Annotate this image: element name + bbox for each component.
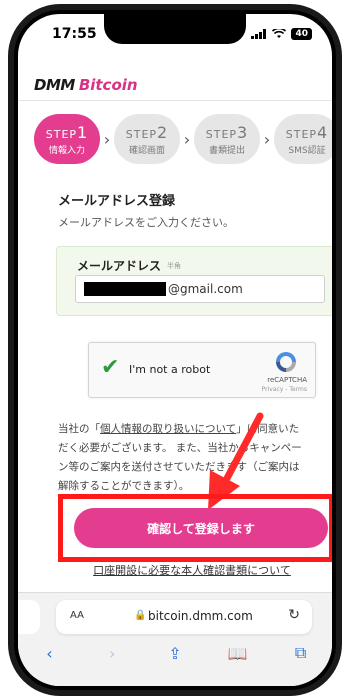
status-icons: 40: [251, 28, 312, 40]
recaptcha-widget[interactable]: ✔ I'm not a robot reCAPTCHA Privacy - Te…: [88, 342, 316, 398]
battery-indicator: 40: [291, 28, 312, 40]
recaptcha-logo-icon: [276, 352, 296, 372]
logo-bitcoin: Bitcoin: [78, 76, 138, 94]
back-icon[interactable]: ‹: [34, 644, 64, 663]
confirm-register-button[interactable]: 確認して登録します: [74, 508, 328, 548]
step-3-sub: 書類提出: [208, 145, 245, 156]
app-header: DMM Bitcoin: [18, 72, 332, 100]
address-bar[interactable]: AA 🔒 bitcoin.dmm.com ↻: [56, 600, 312, 634]
bookmarks-icon[interactable]: 📖: [223, 644, 253, 663]
email-input[interactable]: @gmail.com: [75, 275, 325, 303]
step-indicator: STEP1 情報入力 › STEP2 確認画面 › STEP3 書類提出 › S…: [34, 114, 332, 164]
phone-frame: 17:55 40 DMM Bitcoin STEP1 情報入力 › STEP2 …: [8, 4, 342, 696]
lock-icon: 🔒: [134, 610, 147, 621]
email-hint: 半角: [167, 262, 181, 270]
step-4-label: STEP4: [285, 122, 329, 142]
reload-icon[interactable]: ↻: [288, 607, 300, 623]
step-2-sub: 確認画面: [128, 145, 165, 156]
form-description: メールアドレスをご入力ください。: [58, 216, 234, 229]
step-2: STEP2 確認画面: [114, 114, 180, 164]
checkmark-icon[interactable]: ✔: [101, 355, 119, 380]
chevron-right-icon: ›: [103, 129, 111, 149]
form-title: メールアドレス登録: [58, 194, 176, 209]
step-4: STEP4 SMS認証: [274, 114, 332, 164]
share-icon[interactable]: ⇪: [160, 644, 190, 663]
step-1-sub: 情報入力: [48, 145, 85, 156]
id-documents-link[interactable]: 口座開設に必要な本人確認書類について: [76, 562, 308, 578]
logo-dmm: DMM: [34, 76, 75, 94]
step-1-label: STEP1: [45, 122, 89, 142]
screen: 17:55 40 DMM Bitcoin STEP1 情報入力 › STEP2 …: [18, 14, 332, 686]
wifi-icon: [272, 29, 287, 38]
header-divider: [18, 100, 332, 101]
chevron-right-icon: ›: [263, 129, 271, 149]
email-value: @gmail.com: [168, 282, 243, 296]
dmm-bitcoin-logo[interactable]: DMM Bitcoin: [34, 76, 138, 94]
step-4-sub: SMS認証: [288, 145, 326, 156]
step-3-label: STEP3: [205, 122, 249, 142]
signal-icon: [251, 29, 267, 39]
recaptcha-links[interactable]: Privacy - Terms: [262, 386, 307, 393]
email-label: メールアドレス: [77, 259, 162, 273]
phone-bezel: 17:55 40 DMM Bitcoin STEP1 情報入力 › STEP2 …: [14, 10, 336, 690]
url-text: bitcoin.dmm.com: [148, 609, 253, 623]
previous-tab-pill[interactable]: [18, 600, 40, 634]
recaptcha-brand: reCAPTCHA: [267, 376, 307, 384]
status-time: 17:55: [52, 26, 97, 42]
recaptcha-text: I'm not a robot: [129, 363, 211, 376]
step-2-label: STEP2: [125, 122, 169, 142]
email-section: メールアドレス 半角 @gmail.com: [56, 246, 332, 316]
chevron-right-icon: ›: [183, 129, 191, 149]
forward-icon[interactable]: ›: [97, 644, 127, 663]
redacted-block: [84, 282, 166, 296]
notice-text-1: 当社の「: [58, 423, 100, 435]
step-3: STEP3 書類提出: [194, 114, 260, 164]
notch: [104, 14, 246, 44]
step-1: STEP1 情報入力: [34, 114, 100, 164]
text-size-button[interactable]: AA: [70, 610, 84, 621]
browser-toolbar: ‹ › ⇪ 📖 ⧉: [18, 638, 332, 668]
tabs-icon[interactable]: ⧉: [286, 643, 316, 663]
